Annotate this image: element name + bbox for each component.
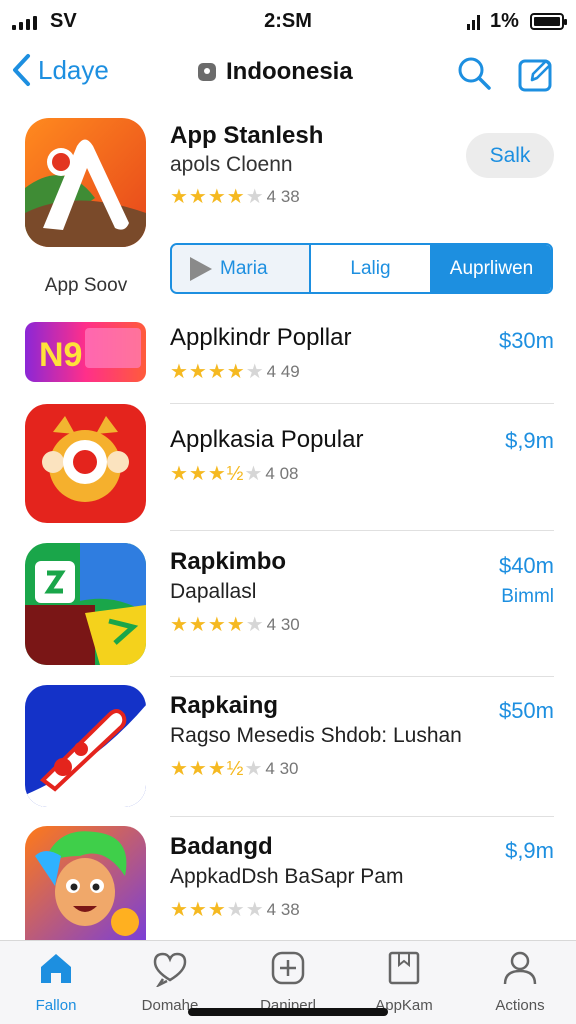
home-icon <box>41 954 71 983</box>
featured-app-icon[interactable] <box>25 118 146 247</box>
back-button[interactable]: Ldaye <box>8 52 109 88</box>
plus-square-icon <box>271 951 305 985</box>
tab-account[interactable]: Actions <box>472 949 568 1014</box>
page-title-text: Indoonesia <box>226 58 353 85</box>
segment-2[interactable]: Auprliwen <box>432 245 551 292</box>
app-subtitle-3: Ragso Mesedis Shdob: Lushan <box>170 724 462 747</box>
star-rating-icon: ★★★★★ <box>170 899 265 921</box>
page-title: Indoonesia <box>198 58 353 86</box>
heart-chat-icon <box>153 952 187 987</box>
tab-add[interactable]: Daniperl <box>240 949 336 1014</box>
app-rating-4: ★★★★★ 4 38 <box>170 899 300 921</box>
featured-subtitle: apols Cloenn <box>170 153 293 176</box>
star-rating-icon: ★★★★★ <box>170 361 265 383</box>
battery-percent: 1% <box>490 10 519 32</box>
star-rating-icon: ★★★½★ <box>170 463 264 485</box>
app-price-2[interactable]: $40m <box>499 553 554 579</box>
app-price-note-2: Bimml <box>501 586 554 607</box>
app-rating-1: ★★★½★ 4 08 <box>170 463 299 485</box>
divider <box>170 676 554 677</box>
app-price-4[interactable]: $,9m <box>505 838 554 864</box>
person-icon <box>503 951 537 985</box>
featured-action-button[interactable]: Salk <box>466 133 554 178</box>
app-rating-3: ★★★½★ 4 30 <box>170 758 299 780</box>
app-icon-3[interactable] <box>25 685 146 807</box>
app-price-3[interactable]: $50m <box>499 698 554 724</box>
play-icon <box>190 256 212 281</box>
tab-favorites[interactable]: Domahe <box>122 949 218 1014</box>
compose-icon[interactable] <box>516 54 556 94</box>
chevron-left-icon <box>13 54 30 86</box>
app-title-0[interactable]: Applkindr Popllar <box>170 324 351 352</box>
app-title-2[interactable]: Rapkimbo <box>170 548 286 576</box>
featured-caption: App Soov <box>44 275 128 296</box>
back-label: Ldaye <box>38 54 109 85</box>
search-icon[interactable] <box>455 54 493 92</box>
divider <box>170 816 554 817</box>
divider <box>170 530 554 531</box>
app-title-1[interactable]: Applkasia Popular <box>170 426 363 454</box>
status-bar: SV 2:SM 1% <box>0 0 576 44</box>
app-icon-1[interactable] <box>25 404 146 523</box>
navigation-bar: Ldaye Indoonesia <box>0 44 576 102</box>
region-icon <box>198 63 216 81</box>
segment-0[interactable]: Maria <box>172 245 311 292</box>
segment-1[interactable]: Lalig <box>311 245 432 292</box>
tab-home[interactable]: Fallon <box>8 949 104 1014</box>
app-rating-2: ★★★★★ 4 30 <box>170 614 300 636</box>
tab-apps[interactable]: AppKam <box>356 949 452 1014</box>
star-rating-icon: ★★★½★ <box>170 758 264 780</box>
app-price-1[interactable]: $,9m <box>505 428 554 454</box>
app-icon-2[interactable] <box>25 543 146 665</box>
signal-strength-icon <box>467 15 480 30</box>
svg-text:N9: N9 <box>39 336 82 374</box>
star-rating-icon: ★★★★★ <box>170 186 265 208</box>
battery-icon <box>530 13 567 30</box>
app-title-3[interactable]: Rapkaing <box>170 692 278 720</box>
app-title-4[interactable]: Badangd <box>170 833 273 861</box>
app-rating-0: ★★★★★ 4 49 <box>170 361 300 383</box>
app-subtitle-4: AppkadDsh BaSapr Pam <box>170 865 404 888</box>
app-icon-4[interactable] <box>25 826 146 940</box>
segmented-control: Maria Lalig Auprliwen <box>170 243 553 294</box>
bookmark-icon <box>388 951 420 985</box>
app-icon-0[interactable]: N9 <box>25 322 146 382</box>
home-indicator <box>188 1008 388 1016</box>
featured-title[interactable]: App Stanlesh <box>170 122 323 150</box>
app-price-0[interactable]: $30m <box>499 328 554 354</box>
featured-rating: ★★★★★ 4 38 <box>170 184 300 209</box>
divider <box>170 403 554 404</box>
star-rating-icon: ★★★★★ <box>170 614 265 636</box>
app-subtitle-2: Dapallasl <box>170 580 257 603</box>
rating-text: 4 38 <box>266 186 300 206</box>
